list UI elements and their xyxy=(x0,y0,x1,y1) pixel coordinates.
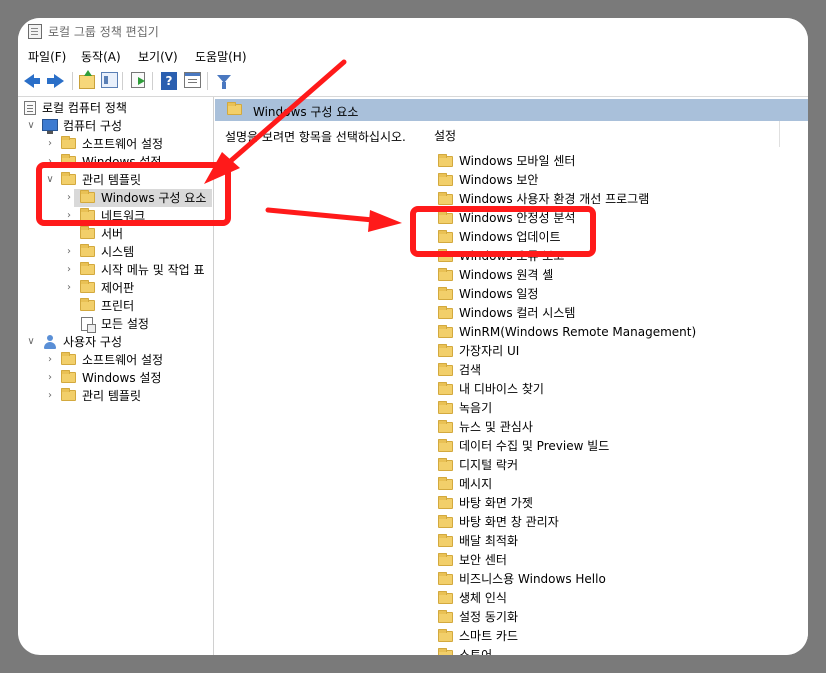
annotation-arrowhead xyxy=(368,210,402,232)
annotation-arrow-right xyxy=(265,207,376,223)
screenshot-frame: 로컬 그룹 정책 편집기 파일(F) 동작(A) 보기(V) 도움말(H) ? … xyxy=(18,18,808,655)
annotation-arrow-down-left xyxy=(223,59,347,168)
annotation-arrows xyxy=(204,59,402,232)
